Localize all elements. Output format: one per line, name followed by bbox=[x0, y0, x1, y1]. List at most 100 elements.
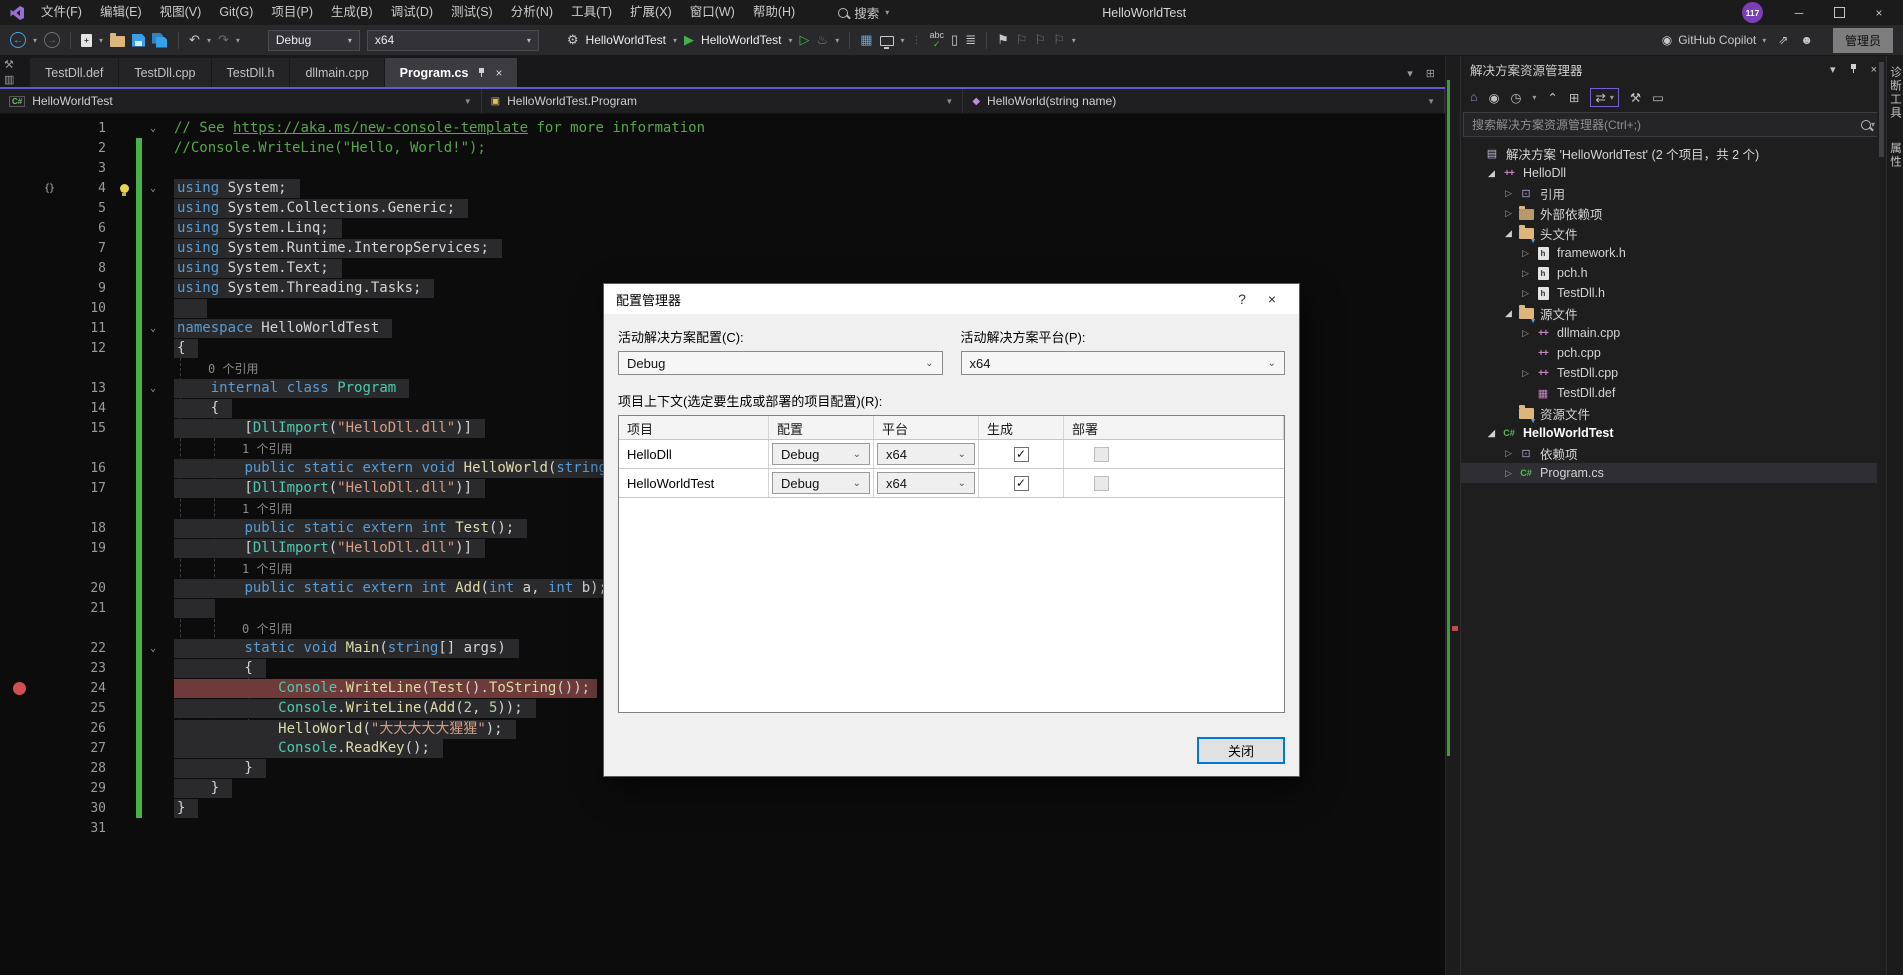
solution-platform-dropdown[interactable]: x64▾ bbox=[367, 30, 539, 51]
redo-button[interactable]: ↷ bbox=[218, 32, 229, 48]
menu-item-7[interactable]: 测试(S) bbox=[442, 0, 502, 25]
breadcrumb-item-2[interactable]: ◆HelloWorld(string name)▼ bbox=[963, 89, 1445, 113]
github-copilot-button[interactable]: ◉ GitHub Copilot ▾ bbox=[1662, 33, 1767, 47]
tree-item-HelloDll[interactable]: ◢++HelloDll bbox=[1461, 163, 1886, 183]
auto-hide-pin-icon[interactable] bbox=[1849, 63, 1858, 77]
expander-icon[interactable]: ▷ bbox=[1501, 188, 1516, 199]
expander-icon[interactable]: ▷ bbox=[1501, 468, 1516, 479]
menu-item-3[interactable]: Git(G) bbox=[210, 0, 262, 25]
menu-item-0[interactable]: 文件(F) bbox=[32, 0, 91, 25]
menu-item-6[interactable]: 调试(D) bbox=[382, 0, 442, 25]
views-caret[interactable]: ▾ bbox=[901, 36, 905, 45]
code-text[interactable]: } bbox=[164, 800, 198, 816]
dialog-close-icon[interactable]: × bbox=[1257, 291, 1287, 307]
codelens-references[interactable]: 0 个引用 bbox=[208, 360, 258, 377]
save-button[interactable] bbox=[132, 34, 145, 47]
editor-tab-TestDll.cpp[interactable]: TestDll.cpp bbox=[119, 58, 210, 87]
show-all-files-icon[interactable]: ▭ bbox=[1652, 90, 1664, 105]
code-text[interactable]: Console.WriteLine(Test().ToString()); bbox=[164, 680, 597, 696]
properties-icon[interactable]: ⊞ bbox=[1569, 90, 1579, 105]
breakpoint-margin[interactable] bbox=[0, 682, 42, 695]
row-platform-dropdown[interactable]: x64⌄ bbox=[877, 472, 975, 494]
code-text[interactable]: using System.Text; bbox=[164, 260, 342, 276]
code-text[interactable]: public static extern void HelloWorld(str… bbox=[164, 460, 679, 476]
breadcrumb-item-0[interactable]: C#HelloWorldTest▼ bbox=[0, 89, 482, 113]
bookmark-next-icon[interactable]: ⚐ bbox=[1034, 32, 1046, 48]
tree-item-源文件[interactable]: ◢▼源文件 bbox=[1461, 303, 1886, 323]
line-indent-icon[interactable]: ≣ bbox=[965, 32, 976, 48]
editor-tab-TestDll.h[interactable]: TestDll.h bbox=[212, 58, 290, 87]
fold-toggle-icon[interactable]: ⌄ bbox=[142, 323, 164, 334]
start-without-debugging-button[interactable]: ▷ bbox=[800, 32, 810, 48]
tree-item-dllmain.cpp[interactable]: ▷++dllmain.cpp bbox=[1461, 323, 1886, 343]
dialog-help-button[interactable]: ? bbox=[1227, 291, 1257, 307]
editor-tab-dllmain.cpp[interactable]: dllmain.cpp bbox=[290, 58, 383, 87]
hot-reload-caret[interactable]: ▾ bbox=[835, 36, 839, 45]
menu-item-11[interactable]: 窗口(W) bbox=[681, 0, 744, 25]
code-text[interactable]: using System.Linq; bbox=[164, 220, 342, 236]
navigate-backward-cursor-icon[interactable]: ▯ bbox=[951, 32, 958, 48]
menu-item-2[interactable]: 视图(V) bbox=[151, 0, 211, 25]
tree-scrollbar[interactable] bbox=[1877, 56, 1886, 975]
nav-forward-button[interactable]: → bbox=[44, 32, 60, 48]
save-all-button[interactable] bbox=[152, 33, 168, 48]
code-text[interactable] bbox=[164, 300, 207, 316]
menu-item-8[interactable]: 分析(N) bbox=[502, 0, 562, 25]
startup-project-label[interactable]: HelloWorldTest bbox=[586, 33, 666, 47]
tree-item-pch.h[interactable]: ▷pch.h bbox=[1461, 263, 1886, 283]
code-text[interactable]: // See https://aka.ms/new-console-templa… bbox=[164, 120, 705, 136]
breakpoint-indicator[interactable] bbox=[13, 682, 26, 695]
code-text[interactable]: Console.WriteLine(Add(2, 5)); bbox=[164, 700, 536, 716]
side-tab-属性[interactable]: 属性 bbox=[1887, 142, 1903, 169]
code-text[interactable]: public static extern int Add(int a, int … bbox=[164, 580, 620, 596]
code-text[interactable]: namespace HelloWorldTest bbox=[164, 320, 392, 336]
menu-item-10[interactable]: 扩展(X) bbox=[621, 0, 681, 25]
sync-with-active-document-icon-caret[interactable]: ▾ bbox=[1610, 93, 1614, 102]
codelens-references[interactable]: 1 个引用 bbox=[242, 560, 292, 577]
wrench-icon[interactable]: ⚒ bbox=[1630, 90, 1641, 105]
tree-item-TestDll.def[interactable]: ▦TestDll.def bbox=[1461, 383, 1886, 403]
code-text[interactable]: //Console.WriteLine("Hello, World!"); bbox=[164, 140, 486, 156]
tree-item-framework.h[interactable]: ▷framework.h bbox=[1461, 243, 1886, 263]
code-text[interactable]: } bbox=[164, 760, 266, 776]
expander-icon[interactable]: ▷ bbox=[1518, 268, 1533, 279]
code-text[interactable] bbox=[164, 600, 215, 616]
user-avatar[interactable]: 117 bbox=[1742, 2, 1763, 23]
expander-icon[interactable]: ◢ bbox=[1484, 428, 1499, 439]
row-config-dropdown[interactable]: Debug⌄ bbox=[772, 472, 870, 494]
bookmark-clear-icon[interactable]: ⚐ bbox=[1053, 32, 1065, 48]
close-tab-icon[interactable]: × bbox=[495, 66, 502, 80]
code-text[interactable]: static void Main(string[] args) bbox=[164, 640, 519, 656]
pin-tab-icon[interactable] bbox=[477, 67, 486, 78]
start-debugging-button[interactable]: ▶ bbox=[684, 32, 694, 48]
expander-icon[interactable]: ▷ bbox=[1518, 368, 1533, 379]
menu-item-4[interactable]: 项目(P) bbox=[262, 0, 322, 25]
tree-item-外部依赖项[interactable]: ▷外部依赖项 bbox=[1461, 203, 1886, 223]
fold-toggle-icon[interactable]: ⌄ bbox=[142, 643, 164, 654]
expander-icon[interactable]: ◢ bbox=[1501, 228, 1516, 239]
dialog-close-button[interactable]: 关闭 bbox=[1197, 737, 1285, 764]
codelens-references[interactable]: 0 个引用 bbox=[242, 620, 292, 637]
menu-item-9[interactable]: 工具(T) bbox=[562, 0, 621, 25]
editor-options-icon[interactable]: ⊞ bbox=[1426, 67, 1435, 80]
side-tab-诊断工具[interactable]: 诊断工具 bbox=[1887, 66, 1903, 120]
undo-caret[interactable]: ▾ bbox=[207, 36, 211, 45]
sync-with-active-document-icon[interactable]: ⇄ bbox=[1595, 90, 1605, 105]
collapse-all-icon[interactable]: ⌃ bbox=[1547, 90, 1557, 105]
bookmark-prev-icon[interactable]: ⚐ bbox=[1016, 32, 1028, 48]
menu-item-1[interactable]: 编辑(E) bbox=[91, 0, 151, 25]
new-project-icon[interactable] bbox=[81, 34, 92, 47]
close-window-button[interactable]: × bbox=[1861, 0, 1897, 25]
nav-back-button[interactable]: ← bbox=[10, 32, 26, 48]
breadcrumb-item-1[interactable]: ▣HelloWorldTest.Program▼ bbox=[482, 89, 964, 113]
code-text[interactable]: { bbox=[164, 400, 232, 416]
editor-tab-Program.cs[interactable]: Program.cs× bbox=[385, 58, 518, 87]
redo-caret[interactable]: ▾ bbox=[236, 36, 240, 45]
tree-item-依赖项[interactable]: ▷⊡依赖项 bbox=[1461, 443, 1886, 463]
code-text[interactable]: using System.Threading.Tasks; bbox=[164, 280, 434, 296]
row-config-dropdown[interactable]: Debug⌄ bbox=[772, 443, 870, 465]
fold-toggle-icon[interactable]: ⌄ bbox=[142, 183, 164, 194]
window-position-caret-icon[interactable]: ▾ bbox=[1830, 63, 1836, 76]
toolbar-overflow-caret[interactable]: ▾ bbox=[1072, 36, 1076, 45]
code-text[interactable]: } bbox=[164, 780, 232, 796]
